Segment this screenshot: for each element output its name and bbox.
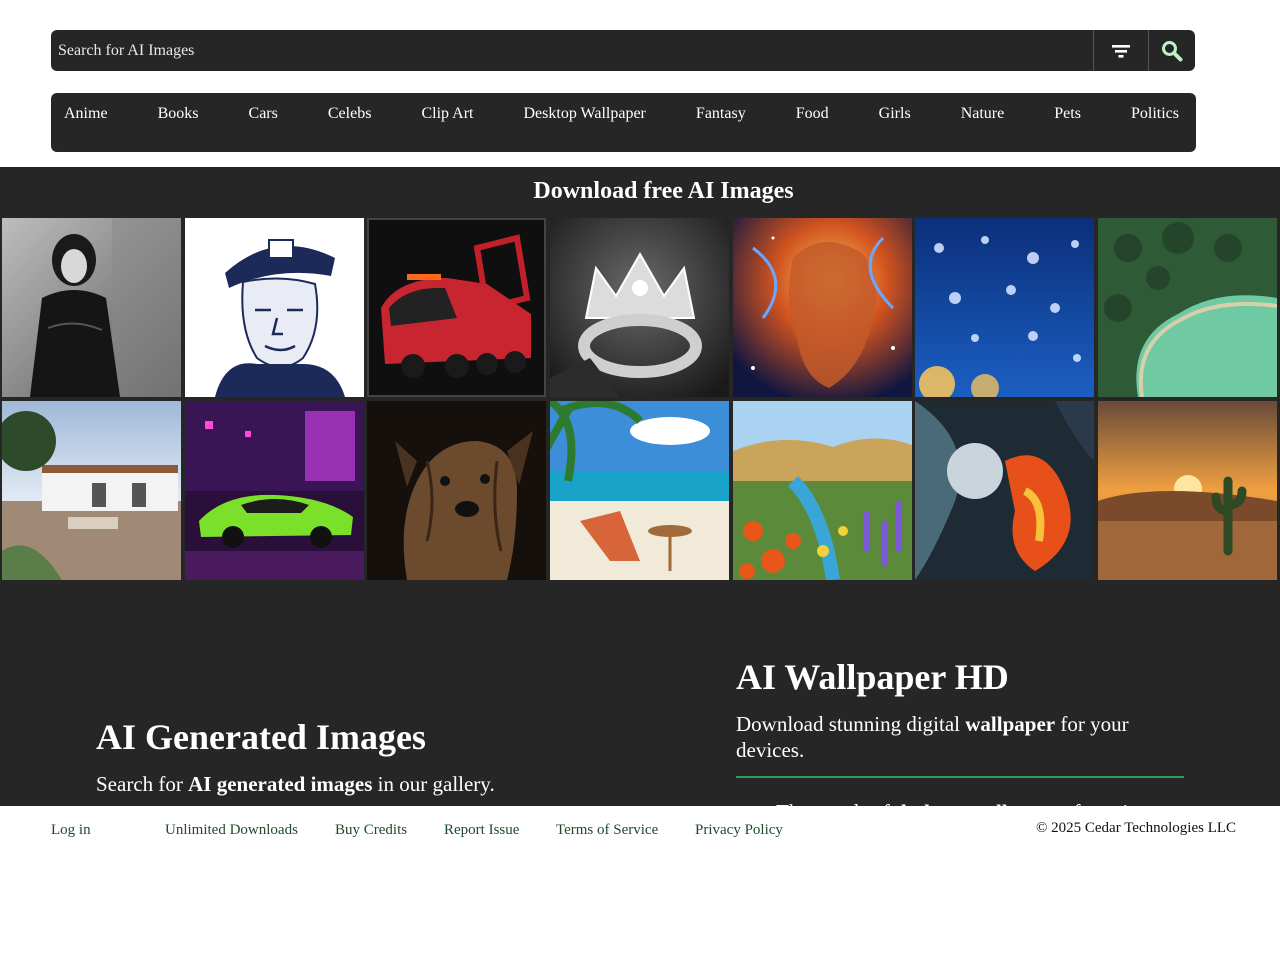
gallery-image-abstract-fire[interactable] <box>915 401 1094 580</box>
ai-generated-images-title: AI Generated Images <box>96 717 426 757</box>
category-celebs[interactable]: Celebs <box>328 104 372 126</box>
category-pets[interactable]: Pets <box>1054 104 1081 126</box>
ai-wallpaper-subtitle: Download stunning digital wallpaper for … <box>736 712 1129 762</box>
footer-link-unlimited-downloads[interactable]: Unlimited Downloads <box>165 821 298 839</box>
section-divider <box>736 776 1184 778</box>
category-politics[interactable]: Politics <box>1131 104 1179 126</box>
search-button[interactable] <box>1148 30 1195 71</box>
ai-generated-images-block: AI Generated Images Search for AI genera… <box>96 717 656 797</box>
category-nav: Anime Books Cars Celebs Clip Art Desktop… <box>51 93 1196 152</box>
gallery-image-crown-ring[interactable] <box>550 218 729 397</box>
gallery-image-cosmic-face[interactable] <box>733 218 912 397</box>
gallery-title: Download free AI Images <box>533 178 794 204</box>
ai-wallpaper-block: AI Wallpaper HD Download stunning digita… <box>736 657 1184 826</box>
gallery-image-patio-house[interactable] <box>2 401 181 580</box>
category-food[interactable]: Food <box>796 104 829 126</box>
ai-wallpaper-title: AI Wallpaper HD <box>736 657 1009 697</box>
gallery-image-water-droplets[interactable] <box>915 218 1094 397</box>
ai-generated-images-subtitle: Search for AI generated images in our ga… <box>96 772 495 796</box>
search-input[interactable] <box>51 30 1093 71</box>
magnifier-icon <box>1162 40 1183 61</box>
gallery-image-woman-bw[interactable] <box>2 218 181 397</box>
category-books[interactable]: Books <box>158 104 199 126</box>
category-nature[interactable]: Nature <box>961 104 1005 126</box>
category-cars[interactable]: Cars <box>249 104 278 126</box>
footer-link-terms-of-service[interactable]: Terms of Service <box>556 821 658 839</box>
category-fantasy[interactable]: Fantasy <box>696 104 746 126</box>
search-bar <box>51 30 1195 71</box>
login-link[interactable]: Log in <box>51 821 91 839</box>
gallery-image-aerial-lake[interactable] <box>1098 218 1277 397</box>
footer-link-buy-credits[interactable]: Buy Credits <box>335 821 407 839</box>
gallery-image-beach-chair[interactable] <box>550 401 729 580</box>
gallery-image-washington-engraving[interactable] <box>185 218 364 397</box>
category-clip-art[interactable]: Clip Art <box>421 104 473 126</box>
category-desktop-wallpaper[interactable]: Desktop Wallpaper <box>524 104 646 126</box>
footer-link-privacy-policy[interactable]: Privacy Policy <box>695 821 783 839</box>
gallery-section: Download free AI Images AI Generated Ima… <box>0 167 1280 824</box>
footer-link-report-issue[interactable]: Report Issue <box>444 821 519 839</box>
gallery-image-green-sportscar[interactable] <box>185 401 364 580</box>
copyright-text: © 2025 Cedar Technologies LLC <box>1036 820 1237 836</box>
category-girls[interactable]: Girls <box>879 104 911 126</box>
footer: Log in Unlimited Downloads Buy Credits R… <box>0 806 1280 960</box>
filter-button[interactable] <box>1093 30 1148 71</box>
gallery-image-dog-portrait[interactable] <box>367 401 546 580</box>
gallery-image-fire-truck[interactable] <box>367 218 546 397</box>
gallery-image-flower-field[interactable] <box>733 401 912 580</box>
gallery-image-desert-sunset[interactable] <box>1098 401 1277 580</box>
filter-icon <box>1112 44 1130 58</box>
category-anime[interactable]: Anime <box>64 104 108 126</box>
